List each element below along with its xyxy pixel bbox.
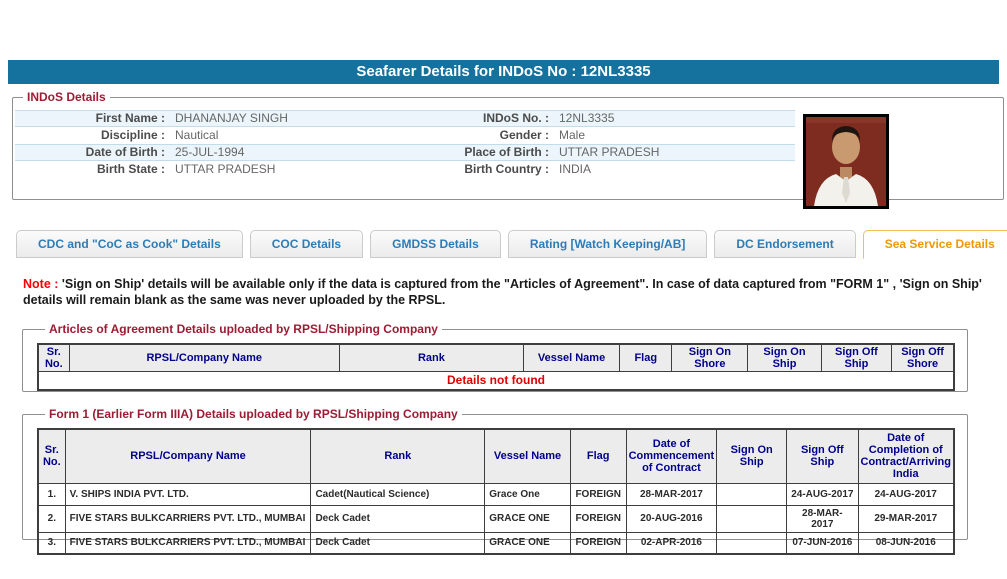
articles-table: Sr. No. RPSL/Company Name Rank Vessel Na… — [37, 343, 955, 391]
birth-country-value: INDIA — [559, 162, 592, 176]
company-name: V. SHIPS INDIA PVT. LTD. — [64, 482, 312, 506]
date-of-birth-label: Date of Birth : — [85, 145, 165, 159]
col-flag: Flag — [569, 428, 627, 484]
sr-no: 3. — [37, 531, 66, 555]
col-vessel-name: Vessel Name — [484, 428, 571, 484]
date-of-birth-value: 25-JUL-1994 — [175, 145, 245, 159]
indos-row: Date of Birth : 25-JUL-1994 Place of Bir… — [15, 144, 795, 161]
col-flag: Flag — [619, 343, 673, 372]
flag: FOREIGN — [569, 531, 627, 555]
tab-rating-watch-keeping-ab[interactable]: Rating [Watch Keeping/AB] — [507, 230, 708, 258]
company-name: FIVE STARS BULKCARRIERS PVT. LTD., MUMBA… — [64, 531, 312, 555]
col-date-of-completion: Date of Completion of Contract/Arriving … — [857, 428, 955, 484]
rank: Deck Cadet — [310, 531, 486, 555]
indos-details-section: INDoS Details First Name : DHANANJAY SIN… — [12, 90, 1004, 209]
birth-state-value: UTTAR PRADESH — [175, 162, 276, 176]
sign-off-ship: 07-JUN-2016 — [786, 531, 859, 555]
company-name: FIVE STARS BULKCARRIERS PVT. LTD., MUMBA… — [64, 504, 312, 533]
sign-on-ship — [716, 482, 788, 506]
indos-row: Discipline : Nautical Gender : Male — [15, 127, 795, 144]
flag: FOREIGN — [569, 482, 627, 506]
tab-cdc-coc-as-cook-details[interactable]: CDC and "CoC as Cook" Details — [16, 230, 243, 258]
articles-of-agreement-section: Articles of Agreement Details uploaded b… — [22, 322, 968, 392]
col-rpsl-company-name: RPSL/Company Name — [68, 343, 340, 372]
indos-row: First Name : DHANANJAY SINGH INDoS No. :… — [15, 110, 795, 127]
page-title: Seafarer Details for INDoS No : 12NL3335 — [8, 60, 999, 84]
place-of-birth-value: UTTAR PRADESH — [559, 145, 660, 159]
note-text: Note : 'Sign on Ship' details will be av… — [23, 276, 985, 308]
discipline-value: Nautical — [175, 128, 219, 142]
col-vessel-name: Vessel Name — [522, 343, 621, 372]
rank: Cadet(Nautical Science) — [310, 482, 486, 506]
form1-row-1: 1. V. SHIPS INDIA PVT. LTD. Cadet(Nautic… — [37, 482, 955, 506]
seafarer-photo — [803, 114, 889, 209]
birth-country-label: Birth Country : — [464, 162, 549, 176]
discipline-label: Discipline : — [100, 128, 165, 142]
details-not-found-message: Details not found — [37, 371, 955, 390]
vessel-name: GRACE ONE — [484, 504, 571, 533]
tab-sea-service-details[interactable]: Sea Service Details — [862, 230, 1007, 259]
col-sign-on-shore: Sign On Shore — [671, 343, 749, 372]
col-rank: Rank — [310, 428, 486, 484]
first-name-label: First Name : — [95, 111, 165, 125]
note-body: 'Sign on Ship' details will be available… — [23, 277, 982, 307]
articles-legend: Articles of Agreement Details uploaded b… — [49, 322, 438, 336]
indos-row: Birth State : UTTAR PRADESH Birth Countr… — [15, 161, 795, 178]
form1-row-3: 3. FIVE STARS BULKCARRIERS PVT. LTD., MU… — [37, 531, 955, 555]
date-of-completion: 29-MAR-2017 — [857, 504, 955, 533]
birth-state-label: Birth State : — [96, 162, 165, 176]
col-rank: Rank — [338, 343, 524, 372]
date-of-commencement: 20-AUG-2016 — [625, 504, 718, 533]
first-name-value: DHANANJAY SINGH — [175, 111, 288, 125]
sign-on-ship — [716, 531, 788, 555]
form1-section: Form 1 (Earlier Form IIIA) Details uploa… — [22, 407, 968, 555]
gender-label: Gender : — [499, 128, 549, 142]
date-of-commencement: 28-MAR-2017 — [625, 482, 718, 506]
sign-on-ship — [716, 504, 788, 533]
col-sign-on-ship: Sign On Ship — [747, 343, 822, 372]
articles-header-row: Sr. No. RPSL/Company Name Rank Vessel Na… — [37, 343, 955, 372]
articles-empty-row: Details not found — [37, 371, 955, 390]
form1-legend: Form 1 (Earlier Form IIIA) Details uploa… — [49, 407, 458, 421]
place-of-birth-label: Place of Birth : — [464, 145, 549, 159]
date-of-commencement: 02-APR-2016 — [625, 531, 718, 555]
form1-table: Sr. No. RPSL/Company Name Rank Vessel Na… — [37, 428, 955, 555]
vessel-name: Grace One — [484, 482, 571, 506]
form1-row-2: 2. FIVE STARS BULKCARRIERS PVT. LTD., MU… — [37, 504, 955, 533]
col-sign-off-shore: Sign Off Shore — [891, 343, 955, 372]
tab-dc-endorsement[interactable]: DC Endorsement — [714, 230, 856, 258]
note-label: Note : — [23, 277, 59, 291]
indos-details-grid: First Name : DHANANJAY SINGH INDoS No. :… — [15, 110, 795, 178]
form1-header-row: Sr. No. RPSL/Company Name Rank Vessel Na… — [37, 428, 955, 484]
seafarer-details-page: Seafarer Details for INDoS No : 12NL3335… — [0, 0, 1007, 579]
sign-off-ship: 28-MAR-2017 — [786, 504, 859, 533]
gender-value: Male — [559, 128, 586, 142]
indos-details-legend: INDoS Details — [27, 90, 106, 104]
col-sign-off-ship: Sign Off Ship — [786, 428, 859, 484]
tab-coc-details[interactable]: COC Details — [249, 230, 364, 258]
sr-no: 2. — [37, 504, 66, 533]
sign-off-ship: 24-AUG-2017 — [786, 482, 859, 506]
indos-no-value: 12NL3335 — [559, 111, 615, 125]
indos-no-label: INDoS No. : — [483, 111, 549, 125]
date-of-completion: 08-JUN-2016 — [857, 531, 955, 555]
col-date-of-commencement: Date of Commencement of Contract — [625, 428, 718, 484]
rank: Deck Cadet — [310, 504, 486, 533]
col-sr-no: Sr. No. — [37, 343, 70, 372]
tab-gmdss-details[interactable]: GMDSS Details — [370, 230, 501, 258]
col-sr-no: Sr. No. — [37, 428, 66, 484]
col-rpsl-company-name: RPSL/Company Name — [64, 428, 312, 484]
flag: FOREIGN — [569, 504, 627, 533]
detail-tabs: CDC and "CoC as Cook" Details COC Detail… — [16, 230, 1007, 259]
sr-no: 1. — [37, 482, 66, 506]
col-sign-off-ship: Sign Off Ship — [820, 343, 893, 372]
col-sign-on-ship: Sign On Ship — [716, 428, 788, 484]
date-of-completion: 24-AUG-2017 — [857, 482, 955, 506]
vessel-name: GRACE ONE — [484, 531, 571, 555]
